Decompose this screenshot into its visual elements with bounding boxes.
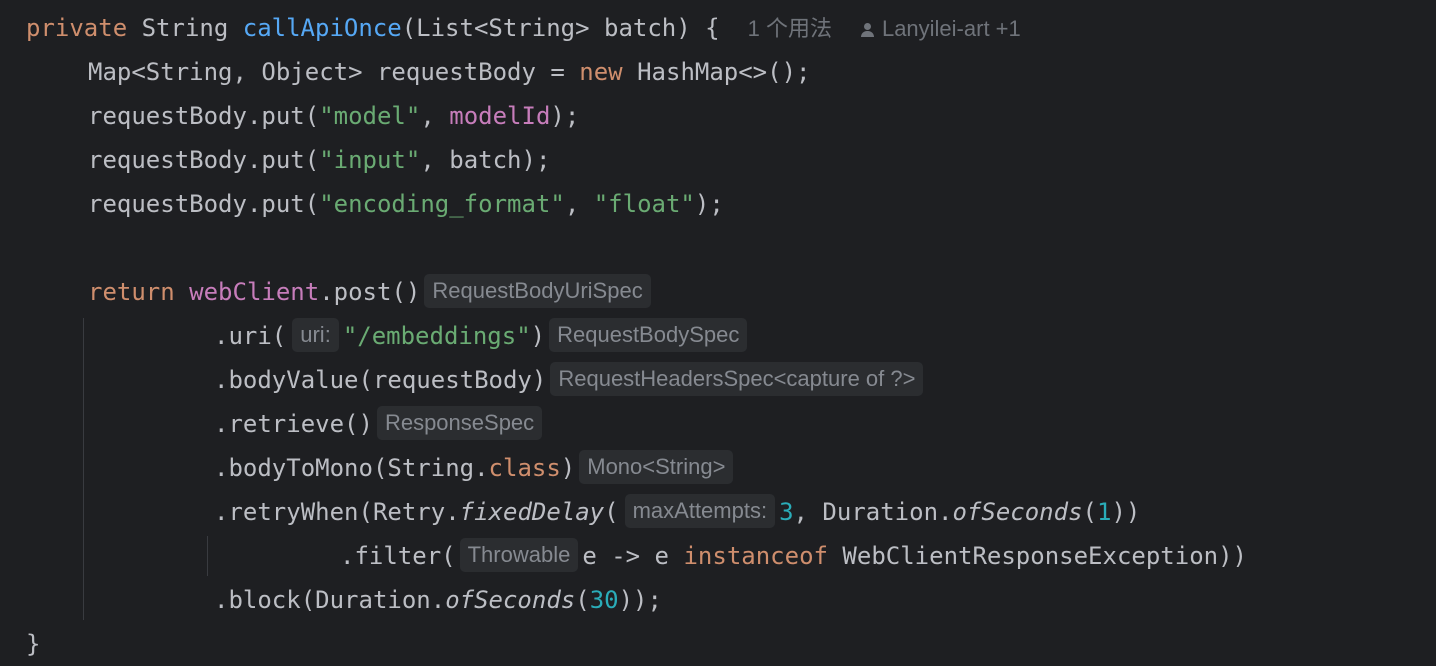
number-literal: 3 <box>779 498 794 526</box>
keyword-class: class <box>488 454 561 482</box>
type-hint: RequestBodySpec <box>549 318 748 352</box>
code-text: (List<String> batch) { <box>401 14 720 42</box>
type-hint: RequestHeadersSpec<capture of ?> <box>550 362 924 396</box>
code-text: ( <box>575 586 590 614</box>
code-line[interactable]: .bodyToMono(String.class) Mono<String> <box>214 446 737 490</box>
code-line[interactable]: requestBody.put("encoding_format", "floa… <box>88 182 724 226</box>
usages-link[interactable]: 1 个用法 <box>748 16 832 41</box>
code-text: WebClientResponseException)) <box>827 542 1247 570</box>
code-text: , Duration. <box>793 498 953 526</box>
code-line[interactable]: Map<String, Object> requestBody = new Ha… <box>88 50 810 94</box>
code-line[interactable]: .bodyValue(requestBody) RequestHeadersSpe… <box>214 358 927 402</box>
keyword-instanceof: instanceof <box>683 542 828 570</box>
code-text: , <box>420 102 450 130</box>
code-text: ( <box>1082 498 1097 526</box>
type-hint: ResponseSpec <box>376 406 543 440</box>
code-text: ); <box>550 102 580 130</box>
code-line[interactable]: .block(Duration.ofSeconds(30)); <box>214 578 662 622</box>
string-literal: "encoding_format" <box>319 190 565 218</box>
number-literal: 30 <box>589 586 619 614</box>
code-line[interactable]: .retryWhen(Retry.fixedDelay(maxAttempts:… <box>214 490 1140 534</box>
code-text: , batch); <box>420 146 551 174</box>
code-text: .bodyToMono(String. <box>214 454 489 482</box>
parameter-hint: uri: <box>292 318 339 352</box>
code-line[interactable]: requestBody.put("input", batch); <box>88 138 550 182</box>
code-text: } <box>26 630 41 658</box>
code-text: .block(Duration. <box>214 586 446 614</box>
parameter-hint: maxAttempts: <box>624 494 776 528</box>
static-method[interactable]: ofSeconds <box>952 498 1082 526</box>
field-reference[interactable]: webClient <box>189 278 319 306</box>
number-literal: 1 <box>1096 498 1112 526</box>
code-text: e -> e <box>582 542 684 570</box>
code-text: Map<String, Object> requestBody = <box>88 58 580 86</box>
keyword-new: new <box>579 58 623 86</box>
code-line-method-signature[interactable]: private String callApiOnce(List<String> … <box>26 6 1021 50</box>
code-text: requestBody.put( <box>88 102 320 130</box>
type-hint: RequestBodyUriSpec <box>424 274 651 308</box>
field-reference[interactable]: modelId <box>449 102 550 130</box>
code-text: , <box>564 190 594 218</box>
static-method[interactable]: ofSeconds <box>445 586 575 614</box>
keyword-return: return <box>88 278 175 306</box>
indent-guide <box>207 536 208 576</box>
code-line[interactable]: requestBody.put("model", modelId); <box>88 94 579 138</box>
code-text: ) <box>530 322 546 350</box>
code-text: .uri( <box>214 322 287 350</box>
code-text: .bodyValue(requestBody) <box>214 366 547 394</box>
code-text: String <box>127 14 243 42</box>
code-line-return[interactable]: return webClient.post() RequestBodyUriSpe… <box>88 270 655 314</box>
code-text: ( <box>604 498 619 526</box>
code-text: .filter( <box>340 542 456 570</box>
string-literal: "/embeddings" <box>342 322 531 350</box>
type-hint: Throwable <box>459 538 579 572</box>
type-hint: Mono<String> <box>579 450 734 484</box>
static-method[interactable]: fixedDelay <box>460 498 605 526</box>
code-text: .retryWhen(Retry. <box>214 498 460 526</box>
person-icon <box>860 23 874 37</box>
indent-guide <box>83 318 84 620</box>
string-literal: "input" <box>319 146 421 174</box>
code-text: )); <box>618 586 662 614</box>
code-text: ); <box>694 190 724 218</box>
code-text: ) <box>560 454 576 482</box>
code-text: requestBody.put( <box>88 190 320 218</box>
code-line[interactable]: .uri(uri: "/embeddings") RequestBodySpec <box>214 314 751 358</box>
string-literal: "float" <box>593 190 695 218</box>
code-text: .post() <box>319 278 421 306</box>
string-literal: "model" <box>319 102 421 130</box>
code-text: .retrieve() <box>214 410 373 438</box>
code-text: )) <box>1111 498 1141 526</box>
author-info[interactable]: Lanyilei-art +1 <box>882 16 1021 41</box>
method-name[interactable]: callApiOnce <box>243 14 402 42</box>
code-line-closing-brace[interactable]: } <box>26 622 40 666</box>
code-line[interactable]: .filter(Throwable e -> e instanceof WebCl… <box>340 534 1247 578</box>
code-text: requestBody.put( <box>88 146 320 174</box>
keyword-private: private <box>26 14 128 42</box>
code-text: HashMap<>(); <box>622 58 811 86</box>
code-line[interactable]: .retrieve() ResponseSpec <box>214 402 546 446</box>
code-editor[interactable]: private String callApiOnce(List<String> … <box>0 0 1436 666</box>
